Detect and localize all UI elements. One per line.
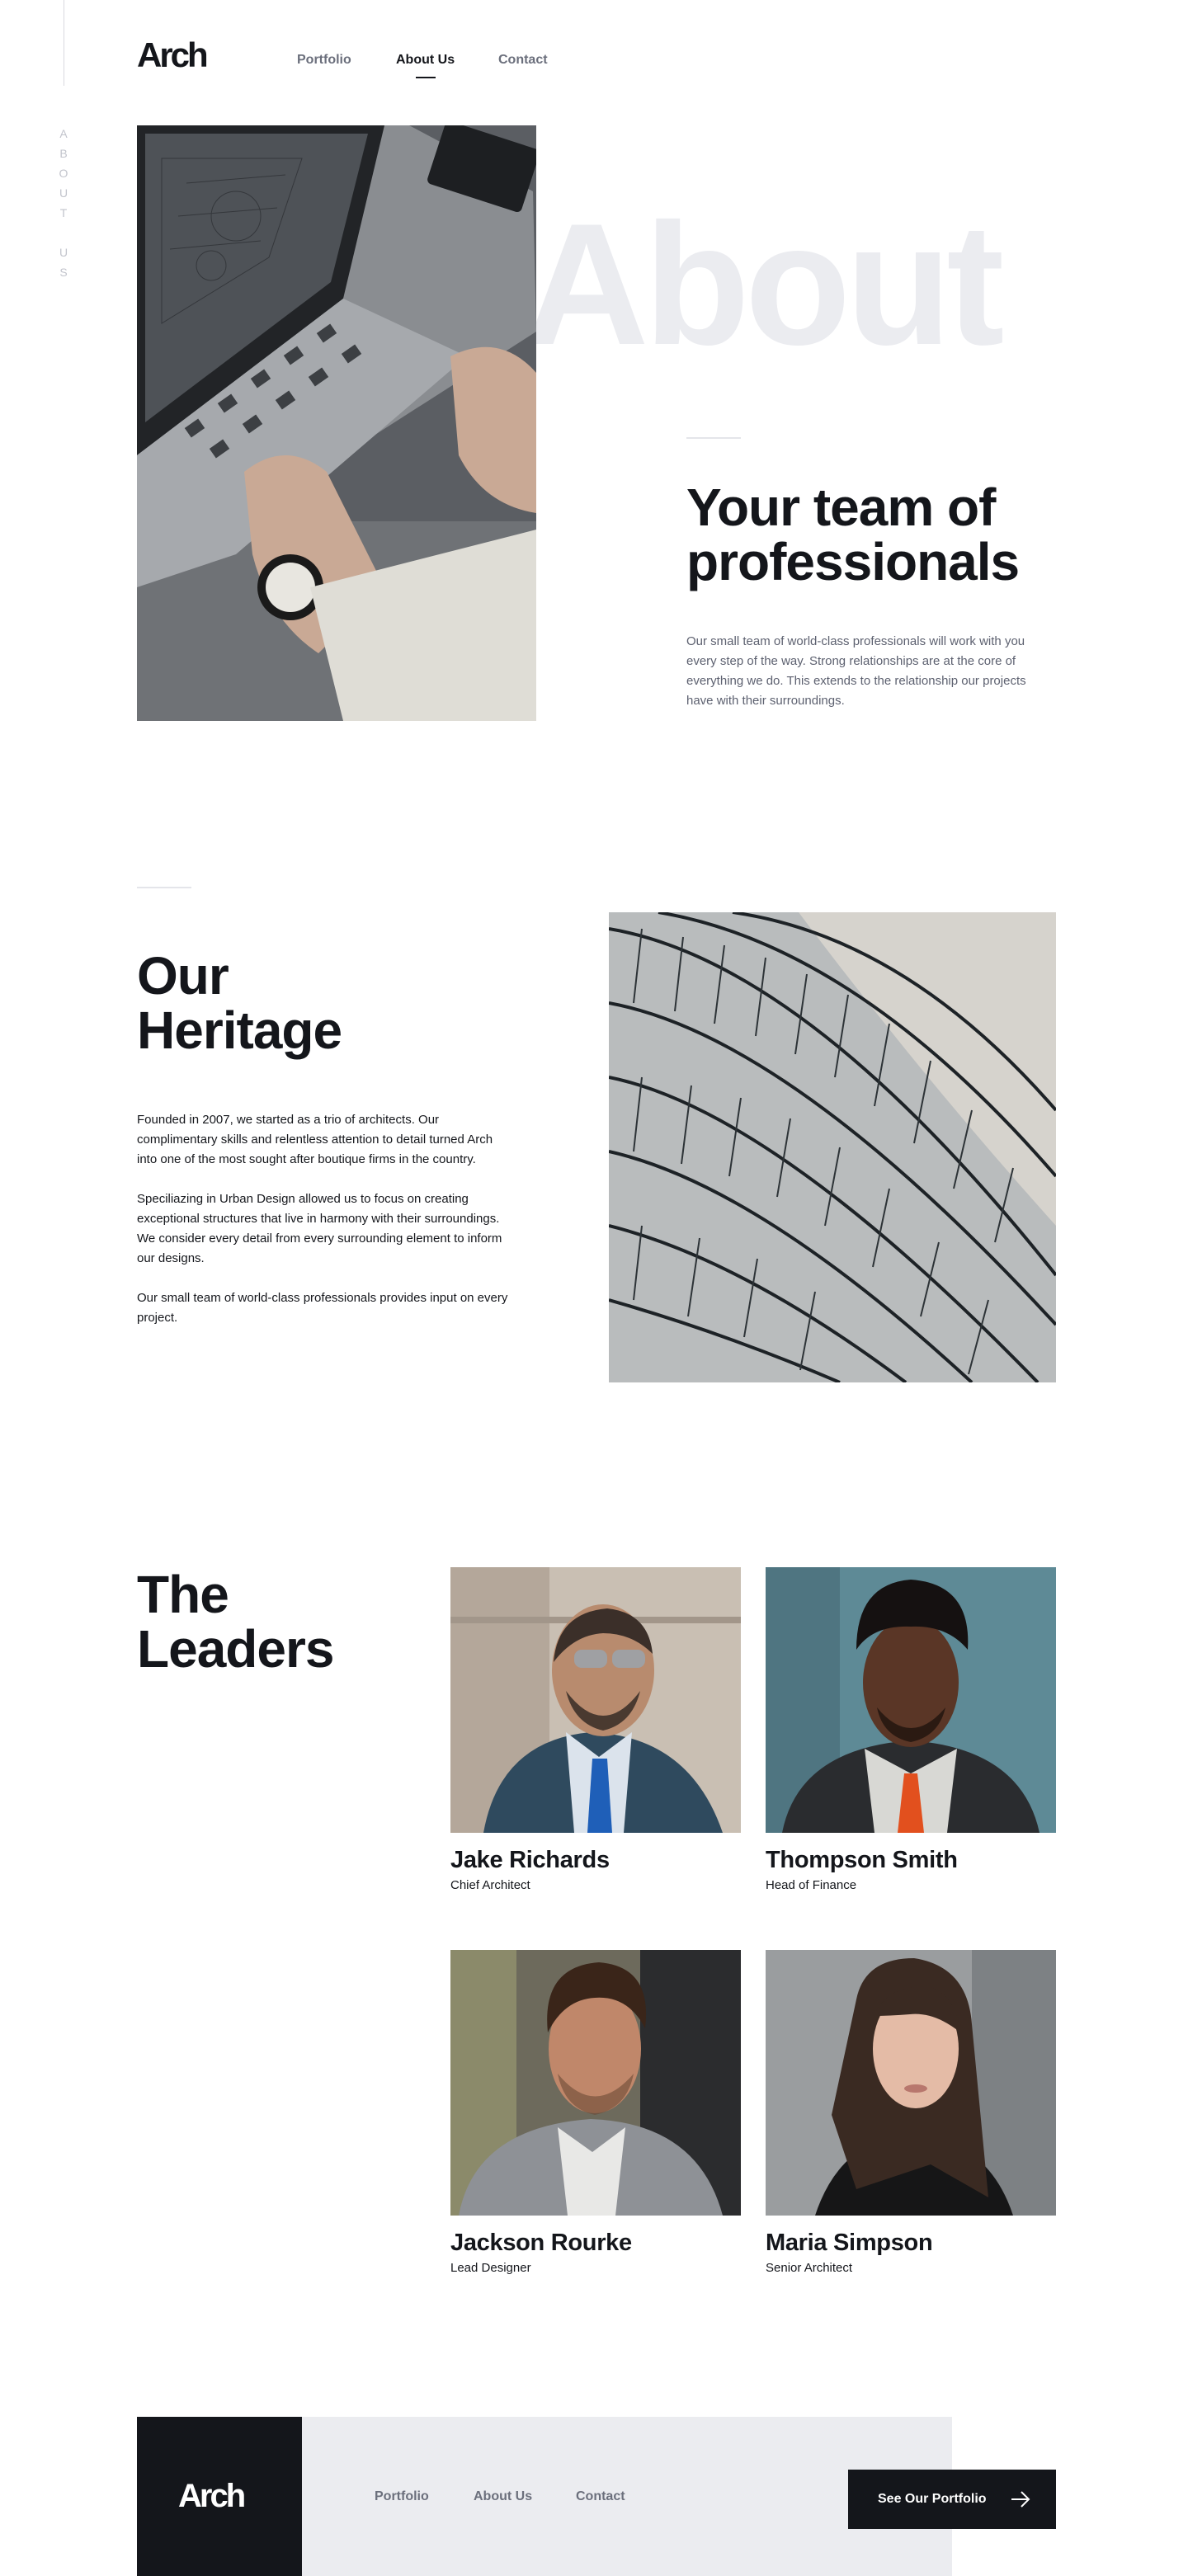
leader-card[interactable]: Jackson Rourke Lead Designer (450, 1950, 741, 2277)
leader-name: Thompson Smith (766, 1847, 958, 1873)
leaders-title: The Leaders (137, 1565, 334, 1679)
side-label-letter: B (59, 147, 68, 160)
leader-card[interactable]: Maria Simpson Senior Architect (766, 1950, 1056, 2277)
hero-title: Your team of professionals (686, 478, 1020, 591)
side-label-letter: T (59, 206, 68, 219)
see-portfolio-button[interactable]: See Our Portfolio (848, 2470, 1056, 2529)
footer-nav-contact[interactable]: Contact (576, 2489, 625, 2504)
side-label-letter: A (59, 127, 68, 140)
footer-logo[interactable]: Arch (178, 2479, 246, 2512)
nav-about-us[interactable]: About Us (396, 53, 455, 68)
heritage-text: Founded in 2007, we started as a trio of… (137, 1110, 508, 1348)
leader-name: Jackson Rourke (450, 2230, 632, 2256)
leader-name: Maria Simpson (766, 2230, 933, 2256)
side-label-letter: S (59, 266, 68, 279)
footer-nav-about-us[interactable]: About Us (474, 2489, 532, 2504)
heritage-paragraph: Speciliazing in Urban Design allowed us … (137, 1192, 502, 1265)
site-logo[interactable]: Arch (137, 38, 209, 73)
nav-active-indicator (416, 77, 436, 78)
nav-portfolio[interactable]: Portfolio (297, 53, 351, 68)
arrow-right-icon (1011, 2491, 1030, 2508)
hero-background-word: About (524, 187, 1004, 381)
hero-laptop-photo (137, 125, 536, 721)
side-label-letter: U (59, 186, 68, 200)
leader-role: Chief Architect (450, 1878, 530, 1892)
side-label-letter: O (59, 167, 68, 180)
see-portfolio-label: See Our Portfolio (878, 2492, 987, 2506)
footer-nav-portfolio[interactable]: Portfolio (375, 2489, 429, 2504)
leader-role: Lead Designer (450, 2261, 531, 2275)
nav-contact[interactable]: Contact (498, 53, 548, 68)
side-vertical-label: ABOUT US (51, 124, 76, 282)
leader-card[interactable]: Thompson Smith Head of Finance (766, 1567, 1056, 1894)
heritage-building-photo (609, 912, 1056, 1382)
leader-photo (766, 1950, 1056, 2216)
leader-photo (450, 1950, 741, 2216)
glass-facade-illustration (609, 912, 1056, 1382)
side-label-letter: U (59, 246, 68, 259)
heritage-title: Our Heritage (137, 946, 342, 1060)
side-label-letter (51, 223, 76, 243)
hero-divider (686, 437, 741, 439)
heritage-paragraph: Our small team of world-class profession… (137, 1291, 508, 1325)
leader-card[interactable]: Jake Richards Chief Architect (450, 1567, 741, 1894)
leader-photo (766, 1567, 1056, 1833)
leader-name: Jake Richards (450, 1847, 610, 1873)
leader-role: Senior Architect (766, 2261, 853, 2275)
heritage-divider (137, 887, 191, 888)
heritage-paragraph: Founded in 2007, we started as a trio of… (137, 1113, 493, 1166)
leader-role: Head of Finance (766, 1878, 857, 1892)
hero-description: Our small team of world-class profession… (686, 634, 1026, 708)
leader-photo (450, 1567, 741, 1833)
laptop-illustration (137, 125, 536, 721)
